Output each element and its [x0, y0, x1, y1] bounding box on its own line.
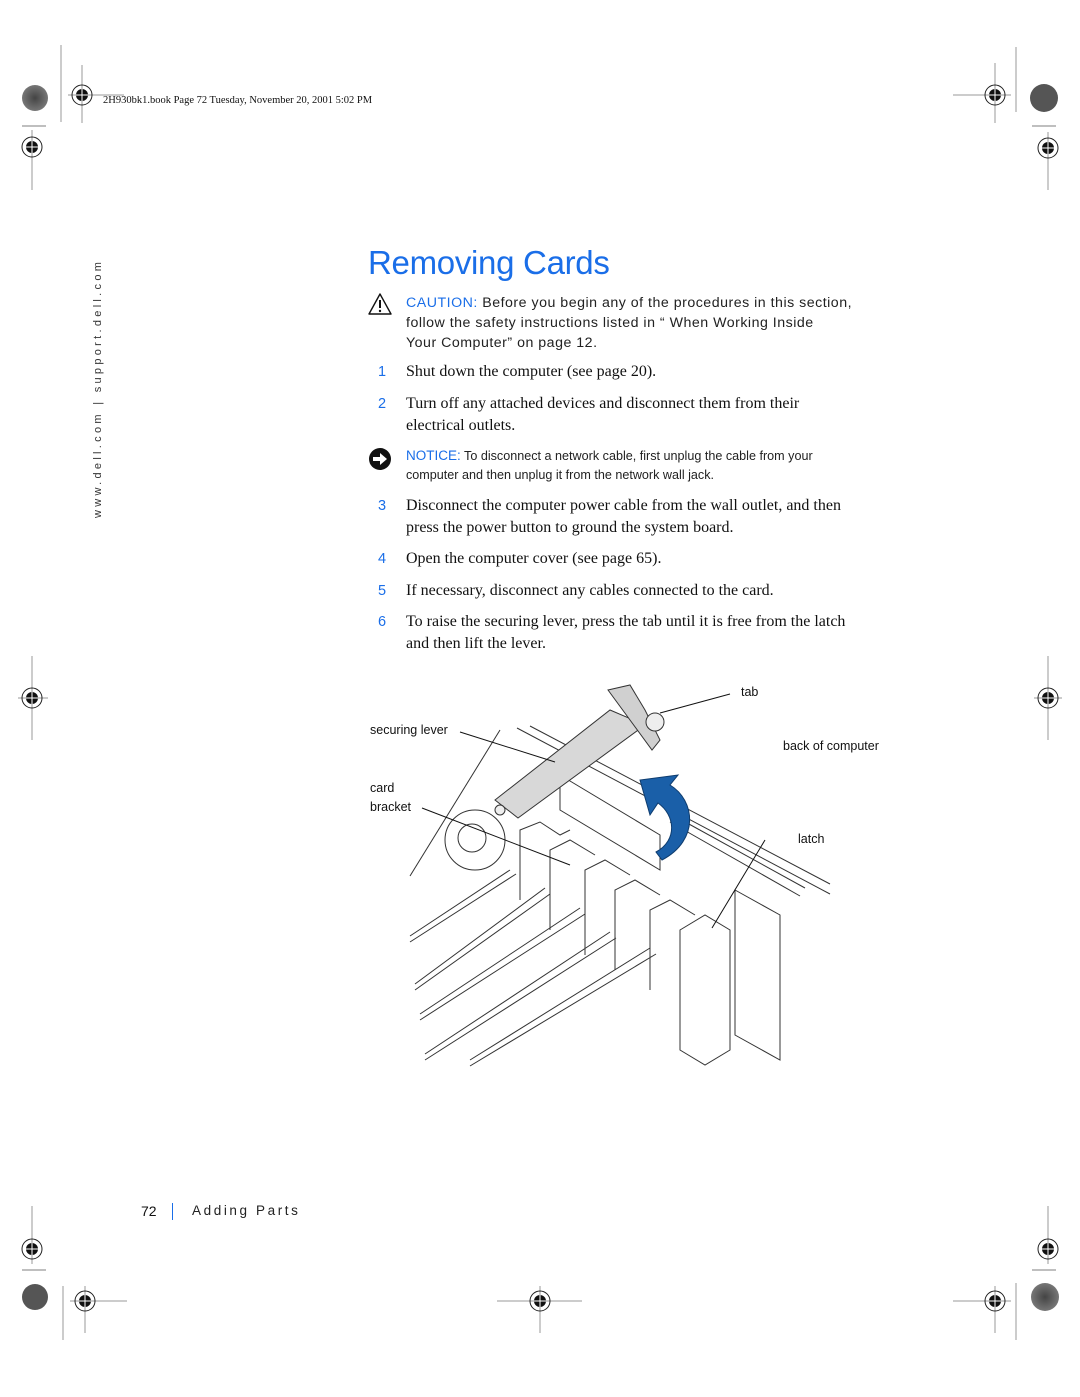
figure-removing-card: tab securing lever back of computer card…: [360, 670, 920, 1090]
registration-mark-mid-right: [1034, 656, 1062, 740]
page-title: Removing Cards: [368, 244, 610, 281]
step-text: Open the computer cover (see page 65).: [406, 550, 662, 567]
callout-latch: latch: [798, 832, 825, 846]
registration-mark-top-right: [953, 47, 1059, 190]
warning-triangle-icon: [368, 293, 392, 315]
registration-mark-bottom-right: [953, 1206, 1059, 1340]
notice-label: NOTICE:: [406, 448, 461, 463]
step-text: If necessary, disconnect any cables conn…: [406, 582, 774, 599]
callout-back-of-computer: back of computer: [783, 739, 879, 753]
callout-securing-lever: securing lever: [370, 723, 448, 737]
step-text: Disconnect the computer power cable from…: [406, 497, 841, 536]
callout-card: card: [370, 781, 395, 795]
step-number: 5: [378, 583, 387, 599]
step-number: 2: [378, 396, 387, 412]
step-text: Turn off any attached devices and discon…: [406, 395, 800, 434]
callout-tab: tab: [741, 685, 759, 699]
registration-mark-top-left: [21, 45, 124, 190]
step-number: 3: [378, 498, 387, 514]
print-slug: 2H930bk1.book Page 72 Tuesday, November …: [103, 95, 373, 106]
registration-mark-mid-left: [18, 656, 48, 740]
step-number: 4: [378, 551, 387, 567]
caution-text: CAUTION: Before you begin any of the pro…: [406, 295, 853, 351]
vent-grid-right: [734, 889, 781, 1061]
callout-bracket: bracket: [370, 800, 411, 814]
side-url: www.dell.com | support.dell.com: [92, 258, 104, 518]
registration-mark-bottom-center: [497, 1286, 582, 1333]
notice-arrow-icon: [369, 448, 391, 470]
step-number: 1: [378, 364, 387, 380]
notice-text: NOTICE: To disconnect a network cable, f…: [406, 448, 813, 482]
lift-arrow-icon: [639, 774, 691, 861]
step-text: Shut down the computer (see page 20).: [406, 363, 657, 380]
footer-divider: [172, 1203, 174, 1220]
registration-mark-bottom-left: [21, 1206, 127, 1340]
section-title: Adding Parts: [192, 1203, 301, 1218]
step-number: 6: [378, 614, 387, 630]
caution-label: CAUTION:: [406, 295, 478, 311]
step-text: To raise the securing lever, press the t…: [406, 613, 846, 652]
page-number: 72: [141, 1203, 157, 1219]
securing-lever: [494, 709, 647, 819]
